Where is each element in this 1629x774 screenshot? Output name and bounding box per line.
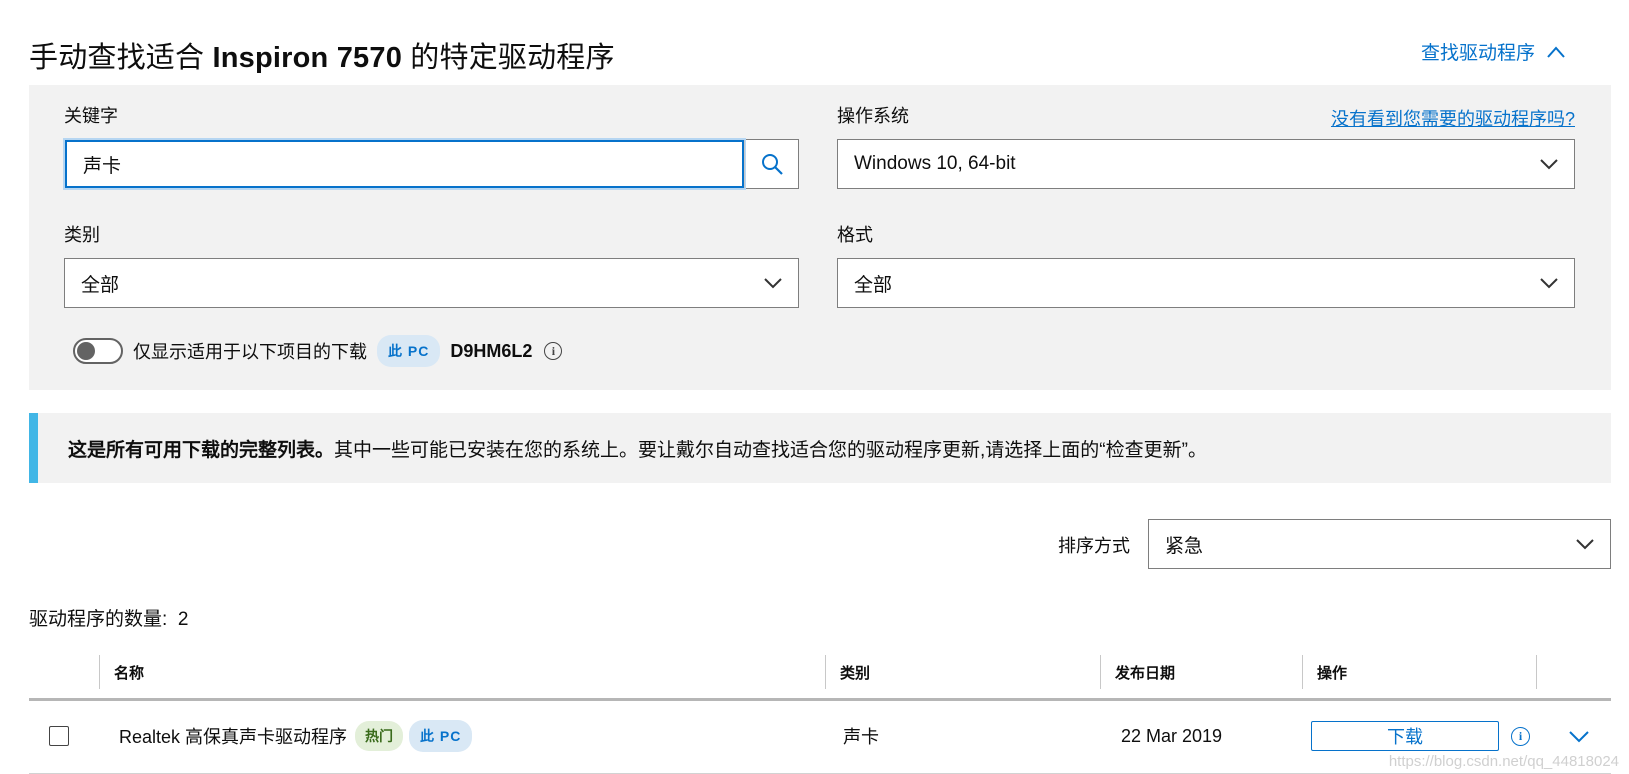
this-pc-badge: 此 PC [377, 335, 441, 367]
search-icon [761, 154, 783, 175]
title-suffix: 的特定驱动程序 [410, 42, 615, 74]
chevron-down-icon [1576, 539, 1594, 550]
column-category[interactable]: 类别 [825, 655, 870, 689]
driver-date: 22 Mar 2019 [1121, 725, 1223, 746]
device-filter-label: 仅显示适用于以下项目的下载 [133, 342, 367, 362]
hot-badge: 热门 [355, 721, 404, 751]
driver-category: 声卡 [843, 727, 879, 747]
notice-bold: 这是所有可用下载的完整列表。 [68, 439, 335, 461]
keyword-input[interactable] [65, 140, 744, 188]
format-select[interactable]: 全部 [837, 258, 1575, 308]
title-model: Inspiron 7570 [212, 42, 403, 74]
driver-name-cell: Realtek 高保真声卡驱动程序 热门 此 PC [119, 701, 473, 771]
filter-panel: 关键字 操作系统 没有看到您需要的驱动程序吗? Windows 10, 64-b… [29, 85, 1611, 390]
download-button[interactable]: 下载 [1311, 721, 1499, 751]
table-header: 名称 类别 发布日期 操作 [29, 655, 1611, 701]
row-checkbox[interactable] [49, 726, 69, 746]
category-value: 全部 [81, 274, 120, 296]
chevron-down-icon [1540, 278, 1558, 289]
keyword-label: 关键字 [64, 106, 118, 126]
search-button[interactable] [744, 140, 798, 188]
column-date[interactable]: 发布日期 [1100, 655, 1175, 689]
missing-driver-link[interactable]: 没有看到您需要的驱动程序吗? [1331, 105, 1575, 131]
device-filter-row: 仅显示适用于以下项目的下载 此 PC D9HM6L2 i [73, 335, 563, 367]
watermark: https://blog.csdn.net/qq_44818024 [1388, 753, 1619, 770]
column-action: 操作 [1302, 655, 1347, 689]
device-filter-toggle[interactable] [73, 338, 123, 364]
format-value: 全部 [854, 274, 893, 296]
toggle-knob [77, 342, 95, 360]
category-label: 类别 [64, 225, 100, 245]
table-row: Realtek 高保真声卡驱动程序 热门 此 PC 声卡 22 Mar 2019… [29, 701, 1611, 774]
notice-text: 其中一些可能已安装在您的系统上。要让戴尔自动查找适合您的驱动程序更新,请选择上面… [334, 439, 1207, 461]
os-value: Windows 10, 64-bit [854, 153, 1016, 174]
chevron-up-icon [1547, 45, 1565, 58]
chevron-down-icon[interactable] [1569, 729, 1589, 743]
sort-select[interactable]: 紧急 [1148, 519, 1611, 569]
info-icon[interactable]: i [544, 342, 563, 360]
driver-count-label: 驱动程序的数量: [29, 609, 168, 630]
find-drivers-label: 查找驱动程序 [1420, 43, 1535, 64]
os-select[interactable]: Windows 10, 64-bit [837, 139, 1575, 189]
info-icon[interactable]: i [1511, 726, 1530, 746]
category-select[interactable]: 全部 [64, 258, 799, 308]
driver-name[interactable]: Realtek 高保真声卡驱动程序 [119, 723, 347, 749]
full-list-notice: 这是所有可用下载的完整列表。其中一些可能已安装在您的系统上。要让戴尔自动查找适合… [29, 413, 1611, 483]
os-label: 操作系统 [837, 106, 909, 126]
title-prefix: 手动查找适合 [29, 42, 205, 74]
sort-label: 排序方式 [1058, 536, 1130, 556]
keyword-search-box [64, 139, 799, 189]
driver-count-value: 2 [177, 609, 189, 630]
page-title: 手动查找适合 Inspiron 7570 的特定驱动程序 [29, 34, 615, 76]
chevron-down-icon [1540, 159, 1558, 170]
column-name[interactable]: 名称 [99, 655, 144, 689]
format-label: 格式 [837, 225, 873, 245]
service-tag: D9HM6L2 [450, 340, 533, 361]
sort-value: 紧急 [1165, 535, 1204, 557]
driver-count: 驱动程序的数量: 2 [29, 604, 188, 631]
chevron-down-icon [764, 278, 782, 289]
column-divider [1536, 655, 1537, 689]
this-pc-badge: 此 PC [409, 720, 473, 752]
find-drivers-toggle[interactable]: 查找驱动程序 [1421, 38, 1565, 65]
